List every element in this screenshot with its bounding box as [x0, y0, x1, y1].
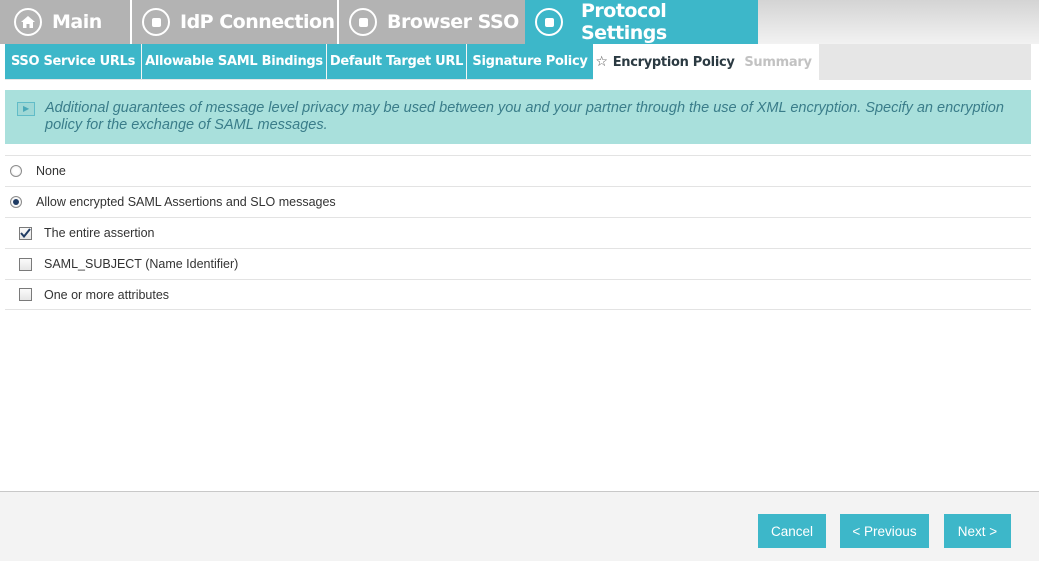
radio-allow-encrypted-label: Allow encrypted SAML Assertions and SLO …	[36, 195, 336, 209]
tab-protocol-settings[interactable]: Protocol Settings	[525, 0, 758, 44]
tab-idp-connection[interactable]: IdP Connection	[132, 0, 337, 44]
checkbox-entire-assertion[interactable]	[19, 226, 32, 240]
tab-main-label: Main	[52, 11, 102, 33]
info-arrow-icon: ▶	[17, 102, 35, 116]
subtab-summary[interactable]: Summary	[737, 44, 819, 80]
subtab-sso-service-urls[interactable]: SSO Service URLs	[5, 44, 141, 79]
subtab-encryption-policy[interactable]: ☆ Encryption Policy	[593, 44, 737, 80]
info-text: Additional guarantees of message level p…	[45, 100, 1004, 133]
subtab-label: Signature Policy	[472, 54, 588, 69]
option-row-attributes: One or more attributes	[5, 279, 1031, 310]
star-icon: ☆	[595, 54, 608, 70]
square-circle-icon	[349, 8, 377, 36]
previous-button[interactable]: < Previous	[840, 514, 929, 548]
footer-bar: Cancel < Previous Next >	[0, 491, 1039, 561]
radio-none-label: None	[36, 164, 66, 178]
checkbox-saml-subject[interactable]	[19, 257, 32, 271]
subtab-label: Default Target URL	[329, 54, 464, 69]
tab-idp-connection-label: IdP Connection	[180, 11, 335, 33]
option-row-saml-subject: SAML_SUBJECT (Name Identifier)	[5, 248, 1031, 279]
subtab-label: Allowable SAML Bindings	[145, 54, 323, 69]
checkmark-icon	[20, 228, 31, 238]
home-icon	[14, 8, 42, 36]
next-button[interactable]: Next >	[944, 514, 1011, 548]
square-circle-icon	[142, 8, 170, 36]
tab-browser-sso-label: Browser SSO	[387, 11, 519, 33]
subtab-signature-policy[interactable]: Signature Policy	[467, 44, 593, 79]
tab-main[interactable]: Main	[0, 0, 130, 44]
checkbox-attributes-label: One or more attributes	[44, 287, 170, 302]
checkbox-attributes[interactable]	[19, 288, 32, 301]
radio-allow-encrypted[interactable]	[10, 196, 22, 208]
subtab-allowable-saml-bindings[interactable]: Allowable SAML Bindings	[142, 44, 326, 79]
option-row-none: None	[5, 155, 1031, 186]
tab-browser-sso[interactable]: Browser SSO	[339, 0, 525, 44]
option-row-allow-encrypted: Allow encrypted SAML Assertions and SLO …	[5, 186, 1031, 217]
checkbox-saml-subject-label: SAML_SUBJECT (Name Identifier)	[44, 257, 239, 271]
square-circle-icon	[535, 8, 563, 36]
subtab-default-target-url[interactable]: Default Target URL	[327, 44, 466, 79]
subtab-label: Summary	[744, 54, 812, 70]
subtab-label: Encryption Policy	[612, 54, 735, 70]
option-row-entire-assertion: The entire assertion	[5, 217, 1031, 248]
info-box: ▶ Additional guarantees of message level…	[5, 90, 1031, 144]
cancel-button[interactable]: Cancel	[758, 514, 826, 548]
tab-protocol-settings-label: Protocol Settings	[581, 0, 667, 44]
checkbox-entire-assertion-label: The entire assertion	[44, 226, 155, 240]
radio-none[interactable]	[10, 165, 22, 177]
subtab-label: SSO Service URLs	[10, 54, 136, 69]
